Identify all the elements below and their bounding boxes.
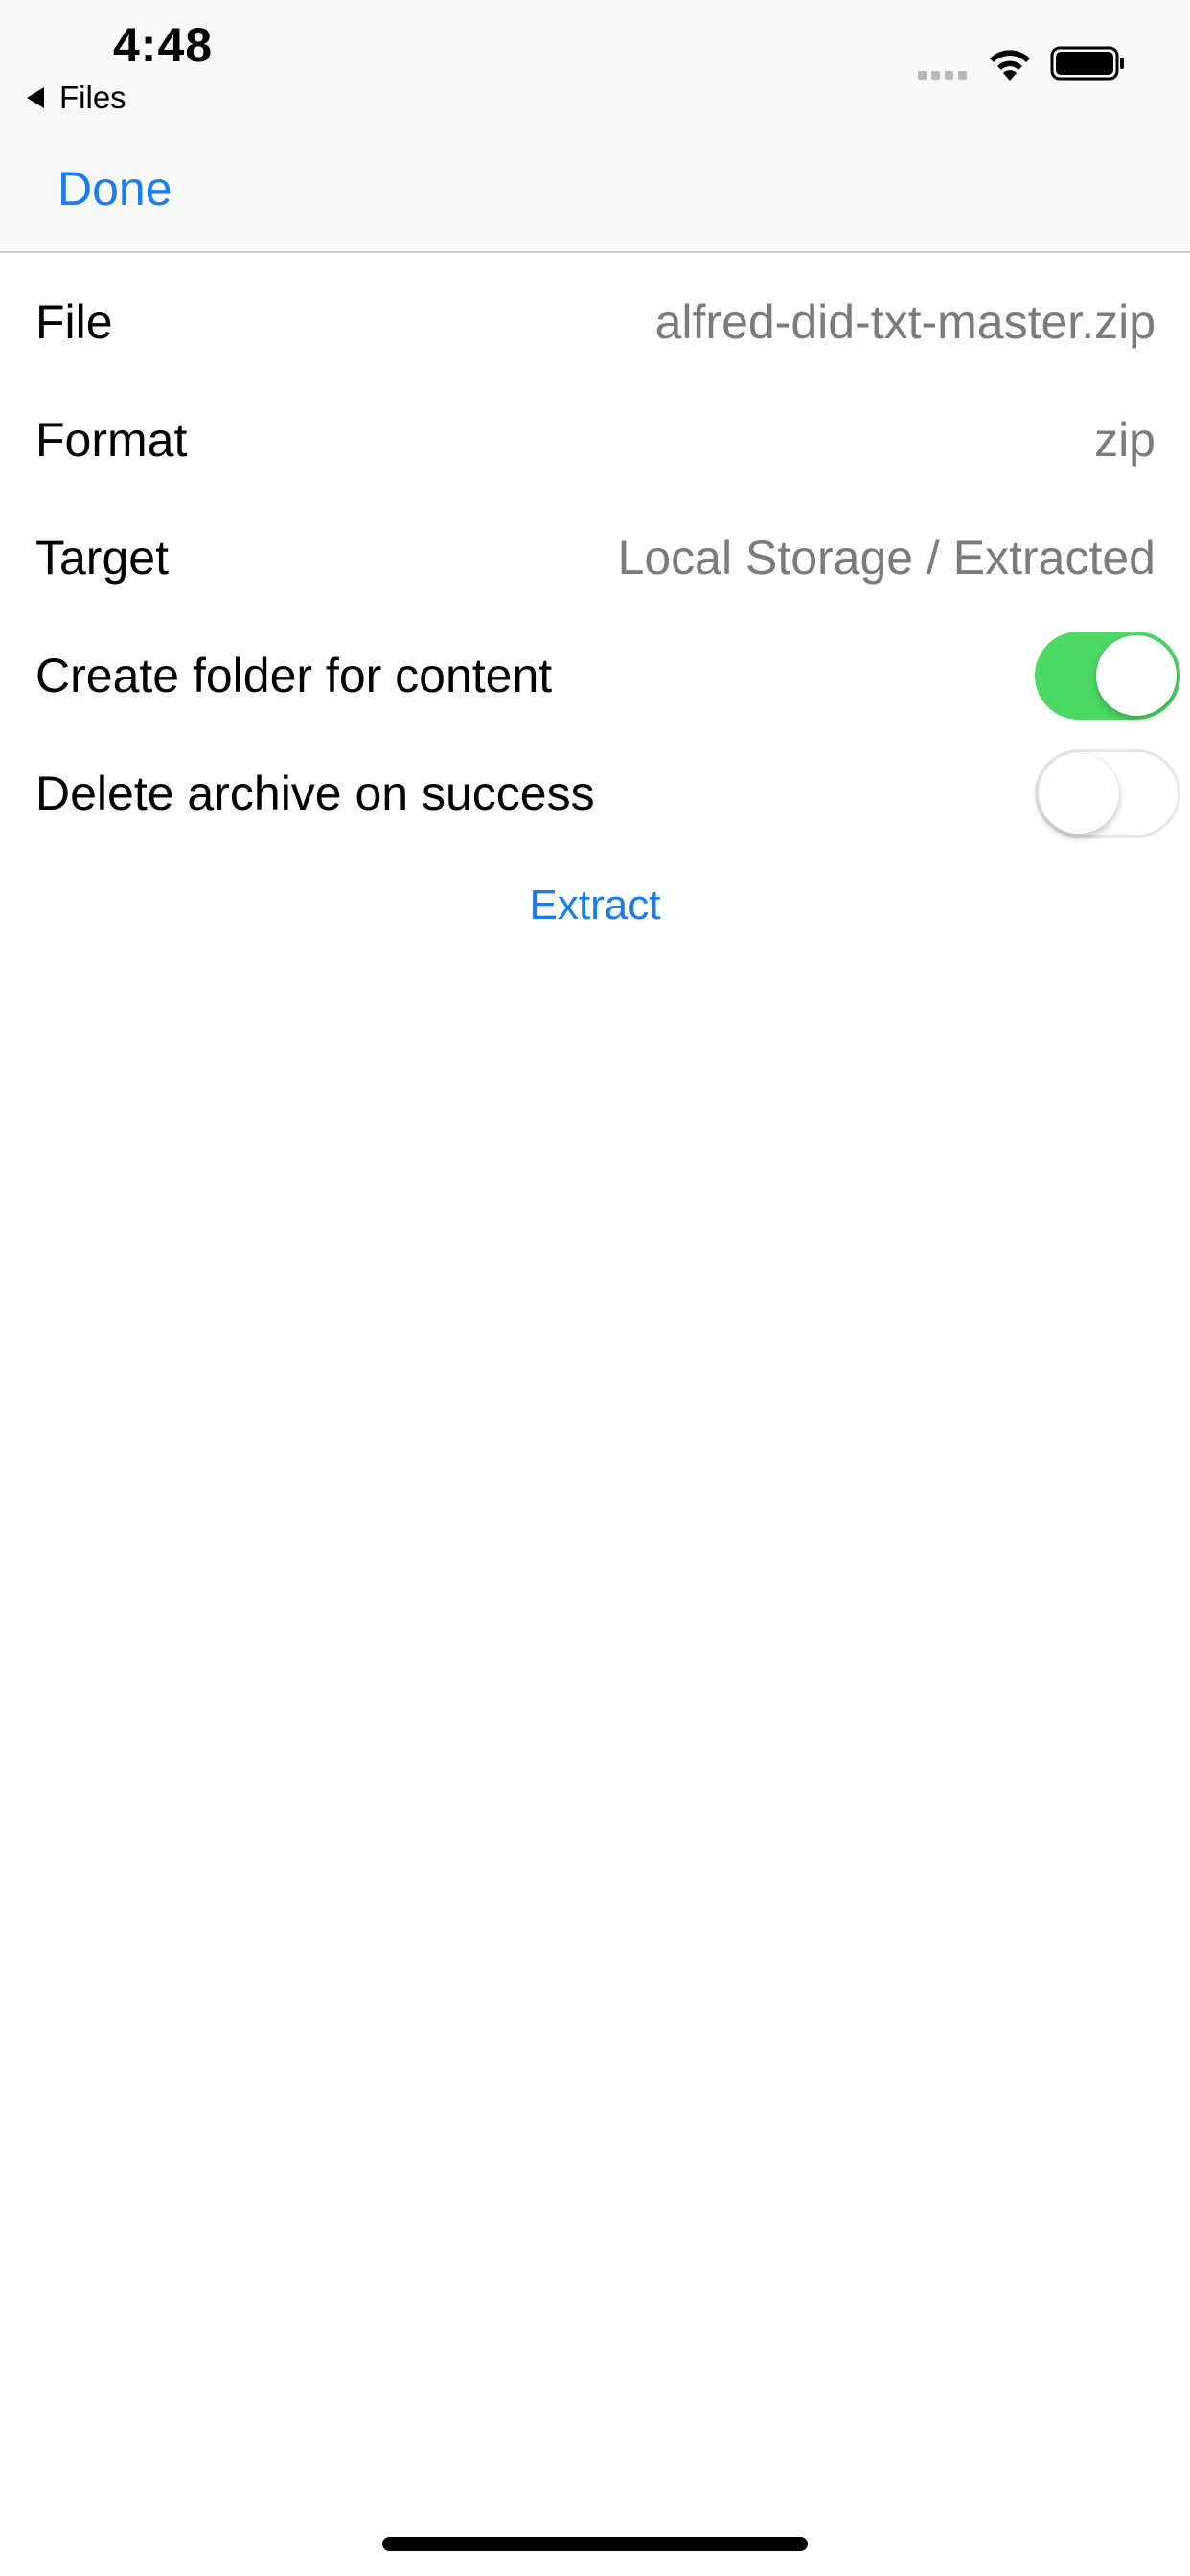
done-button[interactable]: Done (57, 161, 172, 217)
signal-dots-icon (918, 71, 967, 80)
home-indicator[interactable] (382, 2537, 808, 2551)
navigation-header: 4:48 Files Done (0, 0, 1190, 253)
back-to-app-button[interactable]: Files (27, 77, 126, 119)
back-app-label: Files (59, 80, 126, 115)
create-folder-label: Create folder for content (35, 648, 553, 702)
status-time: 4:48 (113, 18, 214, 72)
toggle-knob (1039, 752, 1119, 834)
target-value[interactable]: Local Storage / Extracted (618, 530, 1156, 586)
file-value: alfred-did-txt-master.zip (654, 294, 1156, 349)
format-label: Format (35, 412, 188, 467)
extract-button[interactable]: Extract (0, 882, 1190, 930)
toggle-knob (1096, 634, 1177, 716)
file-row: File alfred-did-txt-master.zip (0, 263, 1190, 380)
delete-archive-row: Delete archive on success (0, 734, 1190, 852)
file-label: File (35, 294, 113, 349)
format-row: Format zip (0, 380, 1190, 498)
target-label: Target (35, 530, 169, 585)
create-folder-toggle[interactable] (1035, 631, 1180, 720)
format-value: zip (1094, 412, 1156, 467)
extract-settings-list: File alfred-did-txt-master.zip Format zi… (0, 263, 1190, 852)
wifi-icon (990, 50, 1030, 80)
target-row[interactable]: Target Local Storage / Extracted (0, 498, 1190, 616)
back-triangle-icon (27, 87, 44, 108)
delete-archive-toggle[interactable] (1035, 748, 1180, 838)
delete-archive-label: Delete archive on success (35, 766, 595, 820)
create-folder-row: Create folder for content (0, 616, 1190, 734)
battery-icon (1050, 46, 1124, 80)
